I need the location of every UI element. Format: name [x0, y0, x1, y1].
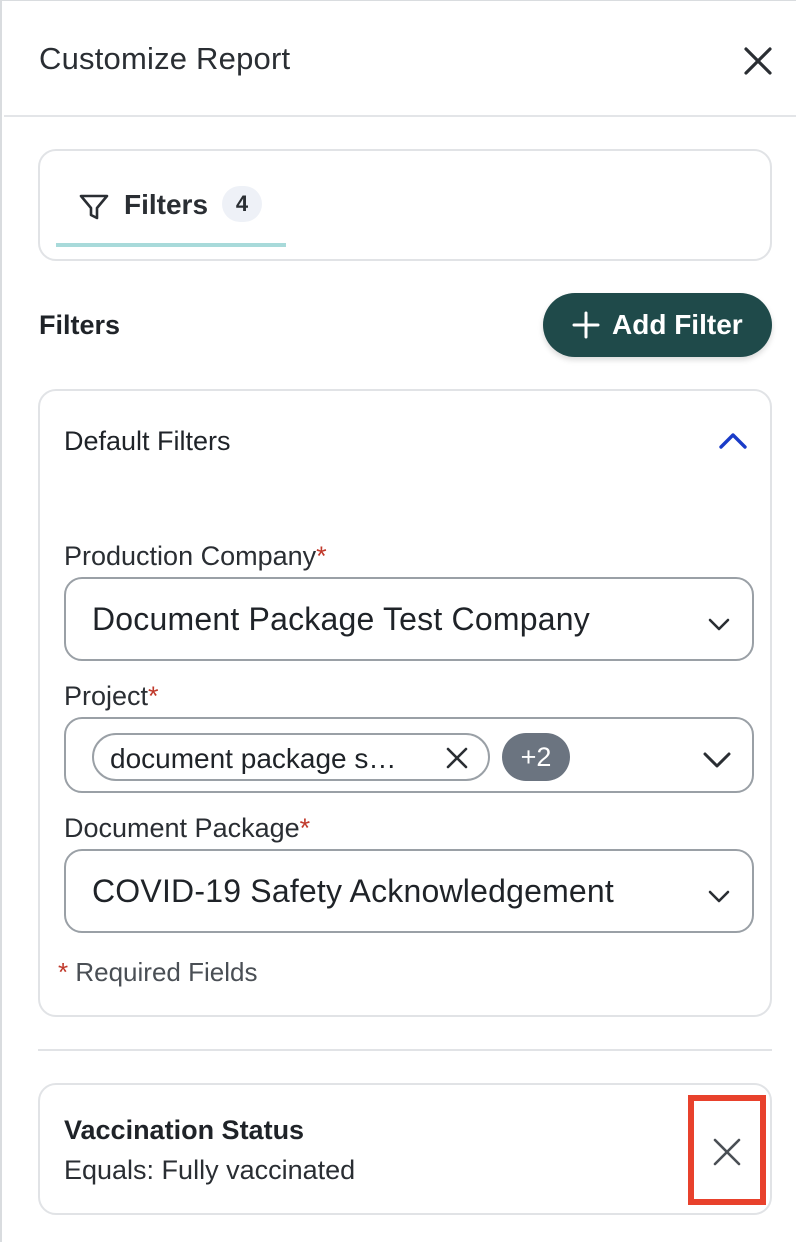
remove-filter-button[interactable]	[688, 1095, 766, 1205]
section-divider	[38, 1049, 772, 1051]
close-icon	[744, 47, 772, 75]
production-company-select[interactable]: Document Package Test Company	[64, 577, 754, 661]
plus-icon	[572, 311, 600, 339]
project-chip-label: document package s…	[110, 743, 397, 774]
tab-filters[interactable]: Filters 4	[56, 175, 286, 247]
add-filter-button[interactable]: Add Filter	[543, 293, 772, 357]
customize-report-panel: Customize Report Filters 4 Filters Add F…	[0, 0, 796, 1242]
panel-title: Customize Report	[39, 41, 291, 76]
project-multiselect[interactable]: document package s… +2	[64, 717, 754, 793]
document-package-value: COVID-19 Safety Acknowledgement	[92, 873, 615, 909]
add-filter-label: Add Filter	[612, 309, 743, 340]
document-package-label: Document Package*	[64, 813, 311, 843]
chevron-down-icon	[708, 618, 730, 631]
active-tab-indicator	[56, 243, 286, 247]
applied-filter-condition: Equals: Fully vaccinated	[64, 1155, 356, 1185]
close-icon	[713, 1138, 741, 1166]
panel-header: Customize Report	[4, 1, 796, 117]
close-panel-button[interactable]	[738, 41, 778, 81]
more-selected-badge[interactable]: +2	[502, 733, 570, 781]
document-package-select[interactable]: COVID-19 Safety Acknowledgement	[64, 849, 754, 933]
production-company-label: Production Company*	[64, 541, 327, 571]
production-company-value: Document Package Test Company	[92, 601, 590, 637]
applied-filter-title: Vaccination Status	[64, 1115, 305, 1145]
chevron-up-icon[interactable]	[716, 425, 750, 455]
chevron-down-icon	[708, 890, 730, 903]
tab-count-badge: 4	[222, 186, 262, 222]
default-filters-card: Default Filters Production Company* Docu…	[38, 389, 772, 1017]
required-asterisk: *	[299, 813, 311, 843]
chevron-down-icon	[703, 752, 731, 768]
tabs-card: Filters 4	[38, 149, 772, 261]
remove-chip-icon[interactable]	[444, 745, 470, 771]
required-asterisk: *	[58, 957, 69, 987]
applied-filter-card: Vaccination Status Equals: Fully vaccina…	[38, 1083, 772, 1215]
required-fields-note: * Required Fields	[58, 957, 258, 987]
filter-icon	[79, 194, 109, 220]
project-label: Project*	[64, 681, 159, 711]
tab-label: Filters	[124, 189, 209, 220]
project-chip: document package s…	[92, 733, 490, 781]
filters-section-title: Filters	[39, 310, 121, 340]
required-asterisk: *	[316, 541, 327, 571]
required-asterisk: *	[148, 681, 159, 711]
default-filters-title: Default Filters	[64, 426, 231, 456]
